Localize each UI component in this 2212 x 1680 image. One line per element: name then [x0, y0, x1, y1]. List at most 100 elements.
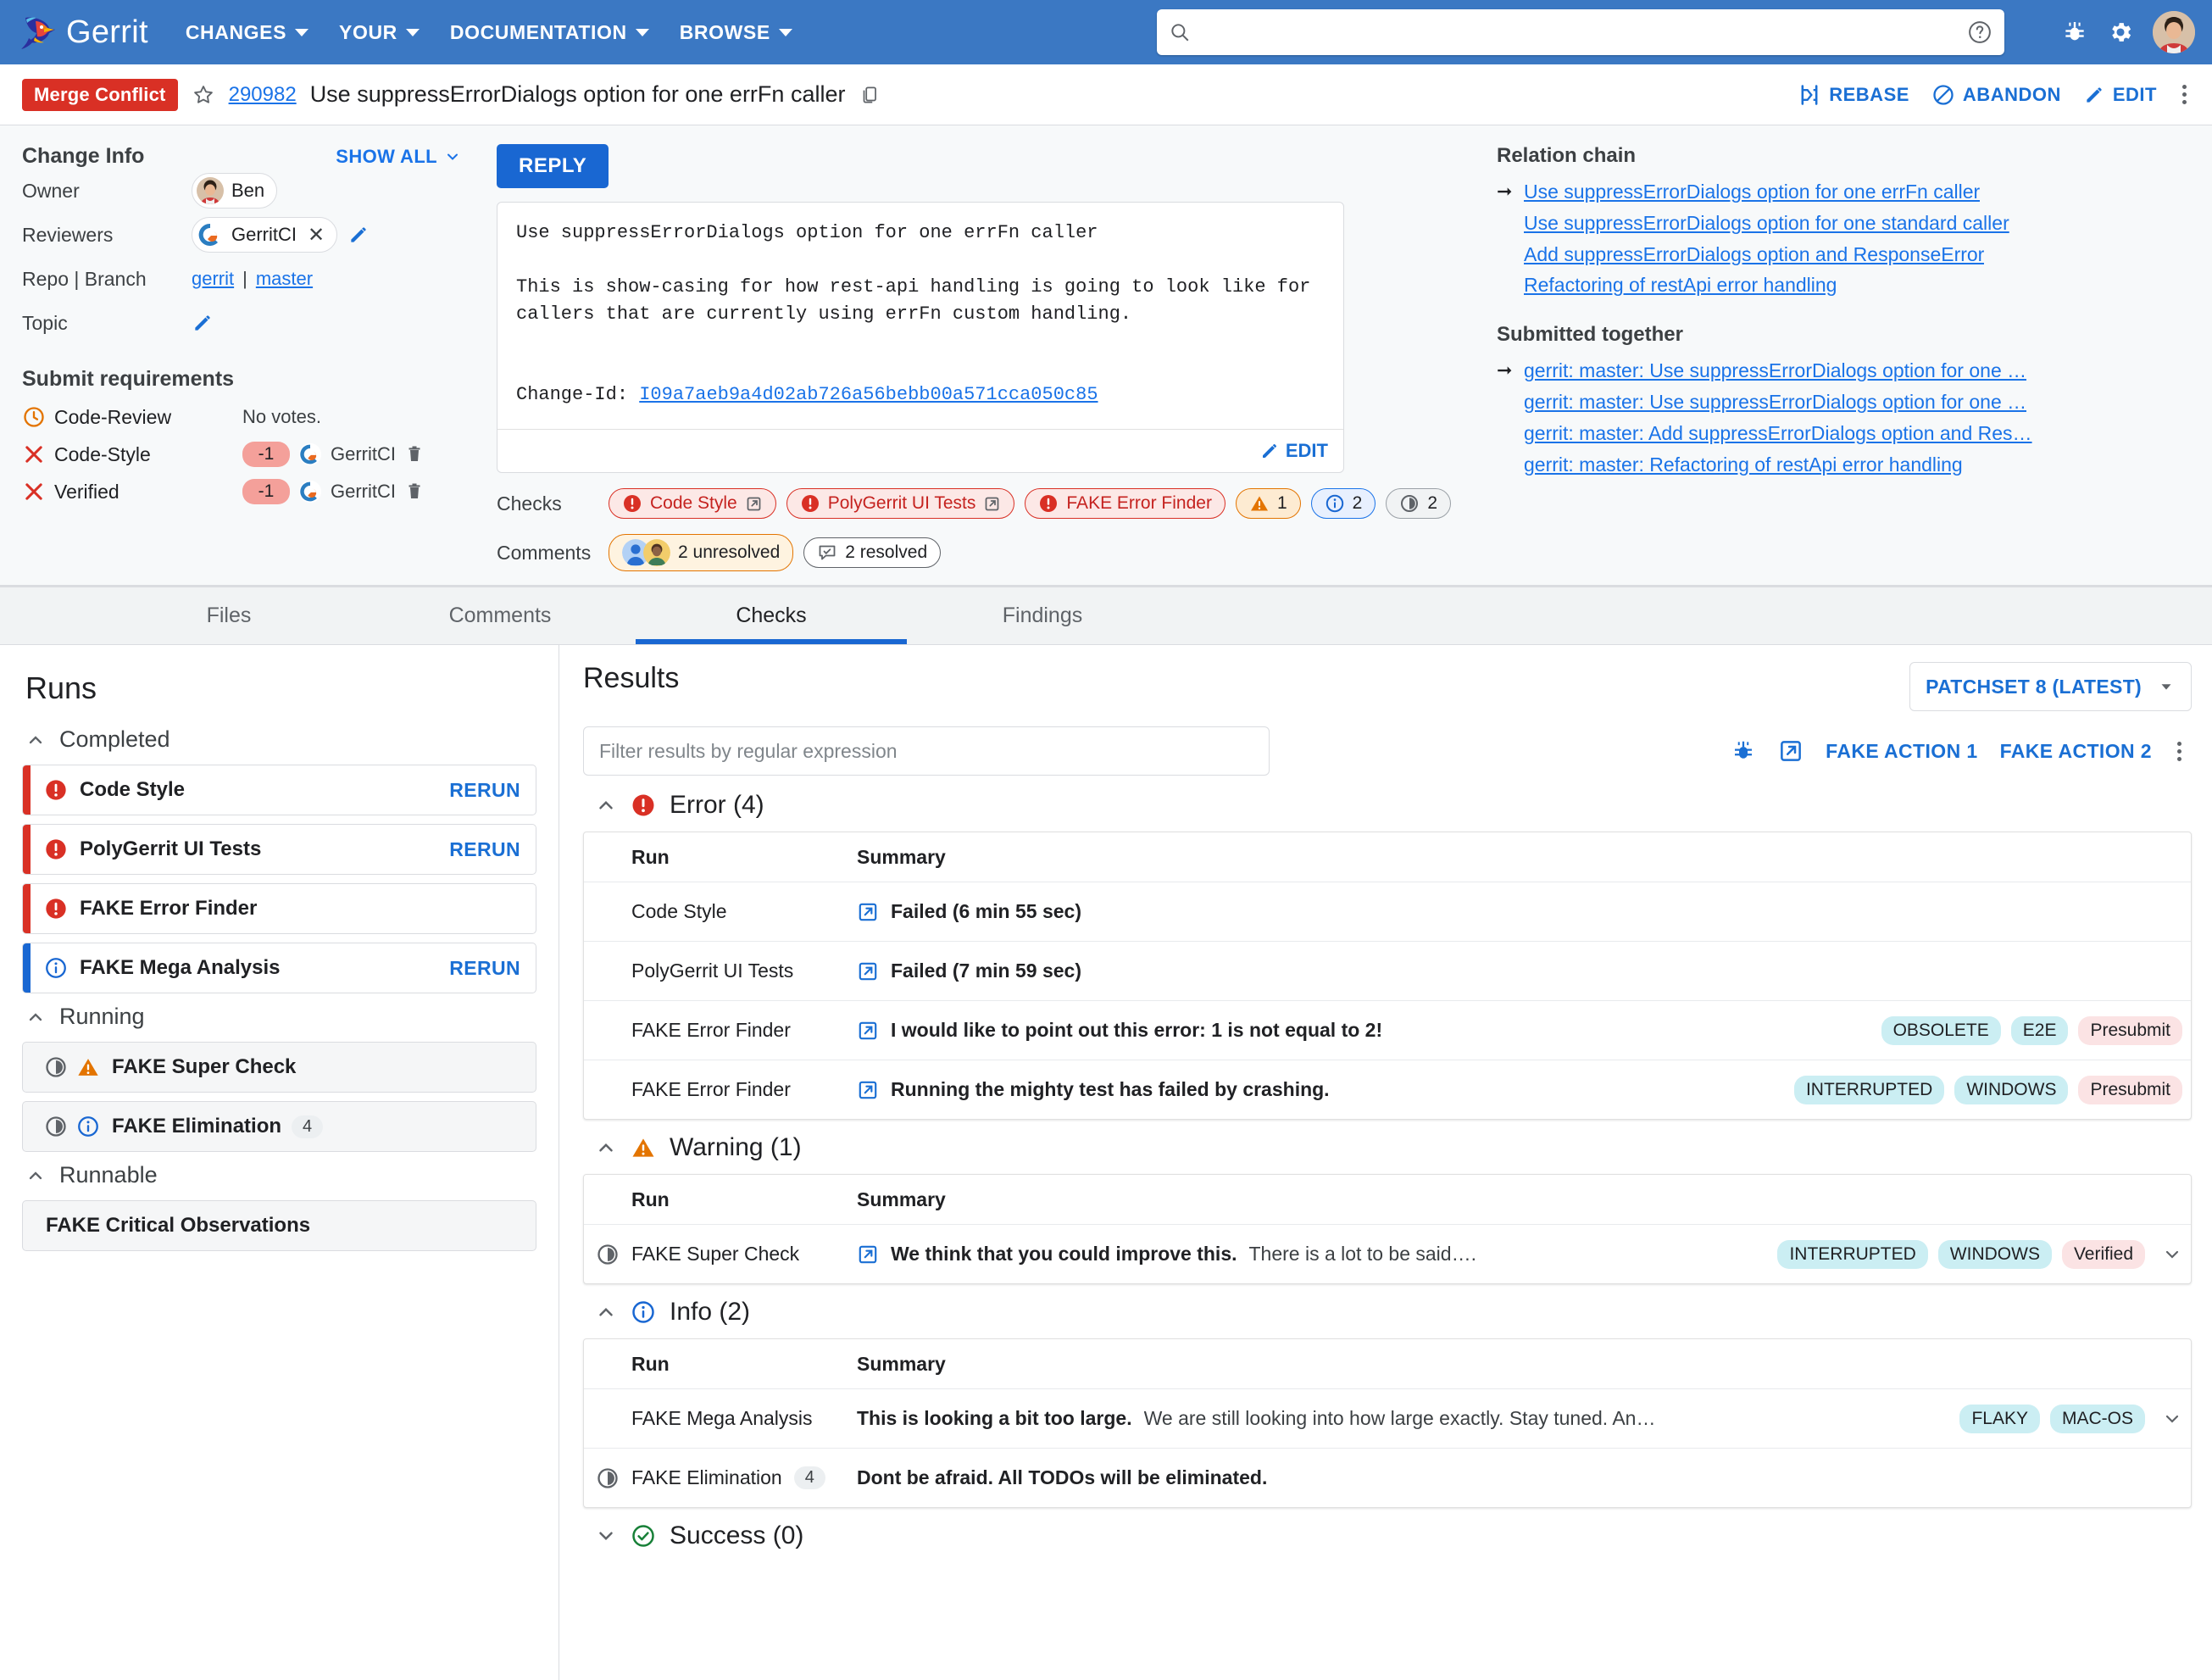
- gerrit-logo[interactable]: Gerrit: [19, 13, 148, 52]
- external-link-icon[interactable]: [857, 1243, 879, 1266]
- nav-item-your[interactable]: YOUR: [324, 14, 435, 51]
- filter-results-input[interactable]: [583, 726, 1270, 776]
- run-item-code-style[interactable]: Code Style RERUN: [22, 765, 536, 815]
- fake-action-2-button[interactable]: FAKE ACTION 2: [2000, 740, 2152, 763]
- edit-topic-button[interactable]: [192, 312, 214, 334]
- tag[interactable]: Presubmit: [2078, 1015, 2182, 1045]
- repo-link[interactable]: gerrit: [192, 268, 234, 290]
- relation-chain-link[interactable]: Use suppressErrorDialogs option for one …: [1524, 208, 2009, 239]
- section-header-warning[interactable]: Warning (1): [595, 1133, 2192, 1162]
- external-link-icon[interactable]: [857, 960, 879, 982]
- tag[interactable]: INTERRUPTED: [1777, 1239, 1928, 1269]
- edit-reviewers-button[interactable]: [347, 224, 370, 246]
- comment-chip-resolved[interactable]: 2 resolved: [803, 537, 942, 569]
- owner-chip[interactable]: Ben: [192, 173, 278, 209]
- table-row[interactable]: FAKE Error Finder Running the mighty tes…: [584, 1060, 2191, 1119]
- table-row[interactable]: FAKE Mega Analysis This is looking a bit…: [584, 1388, 2191, 1448]
- rerun-button[interactable]: RERUN: [449, 779, 520, 802]
- table-row[interactable]: Code Style Failed (6 min 55 sec): [584, 882, 2191, 941]
- section-header-info[interactable]: Info (2): [595, 1298, 2192, 1327]
- check-chip-code-style[interactable]: Code Style: [609, 488, 776, 520]
- run-item-fake-super-check[interactable]: FAKE Super Check: [22, 1042, 536, 1093]
- nav-item-documentation[interactable]: DOCUMENTATION: [435, 14, 664, 51]
- bug-icon[interactable]: [1731, 738, 1756, 764]
- expand-row-button[interactable]: [2154, 1409, 2191, 1429]
- table-row[interactable]: FAKE Super Check We think that you could…: [584, 1224, 2191, 1283]
- bug-icon[interactable]: [2061, 19, 2088, 46]
- section-header-success[interactable]: Success (0): [595, 1521, 2192, 1550]
- patchset-dropdown[interactable]: PATCHSET 8 (LATEST): [1909, 662, 2192, 711]
- rebase-button[interactable]: REBASE: [1798, 83, 1909, 107]
- check-chip-polygerrit-ui-tests[interactable]: PolyGerrit UI Tests: [786, 488, 1015, 520]
- external-link-icon[interactable]: [1778, 738, 1804, 764]
- remove-reviewer-icon[interactable]: ✕: [308, 223, 325, 248]
- reviewer-chip[interactable]: GerritCI ✕: [192, 217, 338, 253]
- external-link-icon[interactable]: [857, 1020, 879, 1042]
- table-row[interactable]: PolyGerrit UI Tests Failed (7 min 59 sec…: [584, 941, 2191, 1000]
- check-chip-warning-count[interactable]: 1: [1235, 488, 1301, 520]
- section-header-error[interactable]: Error (4): [595, 791, 2192, 820]
- external-link-icon[interactable]: [745, 495, 763, 513]
- relation-chain-link[interactable]: Refactoring of restApi error handling: [1524, 270, 1837, 301]
- submitted-together-link[interactable]: gerrit: master: Use suppressErrorDialogs…: [1524, 387, 2026, 418]
- show-all-toggle[interactable]: SHOW ALL: [336, 146, 486, 168]
- rerun-button[interactable]: RERUN: [449, 838, 520, 861]
- external-link-icon[interactable]: [983, 495, 1001, 513]
- branch-link[interactable]: master: [256, 268, 313, 290]
- expand-row-button[interactable]: [2154, 1244, 2191, 1265]
- run-item-fake-elimination[interactable]: FAKE Elimination 4: [22, 1101, 536, 1152]
- run-item-fake-critical-observations[interactable]: FAKE Critical Observations: [22, 1200, 536, 1251]
- tag[interactable]: INTERRUPTED: [1793, 1075, 1945, 1104]
- edit-button[interactable]: EDIT: [2083, 84, 2157, 106]
- tag[interactable]: E2E: [2010, 1015, 2069, 1045]
- tab-files[interactable]: Files: [93, 587, 364, 644]
- help-icon[interactable]: [1967, 19, 1992, 45]
- copy-icon[interactable]: [859, 84, 881, 106]
- change-id-link[interactable]: I09a7aeb9a4d02ab726a56bebb00a571cca050c8…: [639, 384, 1098, 405]
- trash-icon[interactable]: [404, 444, 425, 465]
- nav-item-browse[interactable]: BROWSE: [664, 14, 808, 51]
- tag[interactable]: OBSOLETE: [1881, 1015, 2001, 1045]
- check-chip-fake-error-finder[interactable]: FAKE Error Finder: [1025, 488, 1225, 520]
- fake-action-1-button[interactable]: FAKE ACTION 1: [1826, 740, 1977, 763]
- submitted-together-link[interactable]: gerrit: master: Add suppressErrorDialogs…: [1524, 418, 2032, 449]
- tag[interactable]: Presubmit: [2078, 1075, 2182, 1104]
- relation-chain-link[interactable]: Use suppressErrorDialogs option for one …: [1524, 176, 1980, 208]
- tag[interactable]: Verified: [2061, 1239, 2145, 1269]
- tab-comments[interactable]: Comments: [364, 587, 636, 644]
- reply-button[interactable]: REPLY: [497, 144, 609, 188]
- check-chip-info-count[interactable]: 2: [1310, 488, 1376, 520]
- runs-group-completed[interactable]: Completed: [25, 726, 536, 753]
- run-item-fake-error-finder[interactable]: FAKE Error Finder: [22, 883, 536, 934]
- edit-commit-message-button[interactable]: EDIT: [1259, 440, 1328, 462]
- trash-icon[interactable]: [404, 481, 425, 502]
- external-link-icon[interactable]: [857, 1079, 879, 1101]
- more-options-button[interactable]: [2179, 81, 2190, 108]
- table-row[interactable]: FAKE Elimination 4 Dont be afraid. All T…: [584, 1448, 2191, 1507]
- star-icon[interactable]: [192, 83, 215, 107]
- tag[interactable]: WINDOWS: [1954, 1075, 2069, 1104]
- rerun-button[interactable]: RERUN: [449, 957, 520, 980]
- run-item-polygerrit-ui-tests[interactable]: PolyGerrit UI Tests RERUN: [22, 824, 536, 875]
- tag[interactable]: MAC-OS: [2050, 1404, 2145, 1433]
- change-number-link[interactable]: 290982: [229, 83, 297, 107]
- search-box[interactable]: [1157, 9, 2004, 55]
- relation-chain-link[interactable]: Add suppressErrorDialogs option and Resp…: [1524, 239, 1984, 270]
- tag[interactable]: WINDOWS: [1937, 1239, 2052, 1269]
- nav-item-changes[interactable]: CHANGES: [170, 14, 324, 51]
- comment-chip-unresolved[interactable]: 2 unresolved: [609, 534, 794, 572]
- external-link-icon[interactable]: [857, 901, 879, 923]
- check-chip-running-count[interactable]: 2: [1386, 488, 1452, 520]
- results-more-options-button[interactable]: [2174, 738, 2185, 765]
- tab-checks[interactable]: Checks: [636, 587, 907, 644]
- user-avatar[interactable]: [2153, 11, 2195, 53]
- gear-icon[interactable]: [2107, 19, 2134, 46]
- tab-findings[interactable]: Findings: [907, 587, 1178, 644]
- tag[interactable]: FLAKY: [1959, 1404, 2040, 1433]
- run-item-fake-mega-analysis[interactable]: FAKE Mega Analysis RERUN: [22, 943, 536, 993]
- table-row[interactable]: FAKE Error Finder I would like to point …: [584, 1000, 2191, 1060]
- submitted-together-link[interactable]: gerrit: master: Use suppressErrorDialogs…: [1524, 355, 2026, 387]
- submitted-together-link[interactable]: gerrit: master: Refactoring of restApi e…: [1524, 449, 1963, 481]
- search-input[interactable]: [1201, 20, 1967, 44]
- runs-group-running[interactable]: Running: [25, 1004, 536, 1030]
